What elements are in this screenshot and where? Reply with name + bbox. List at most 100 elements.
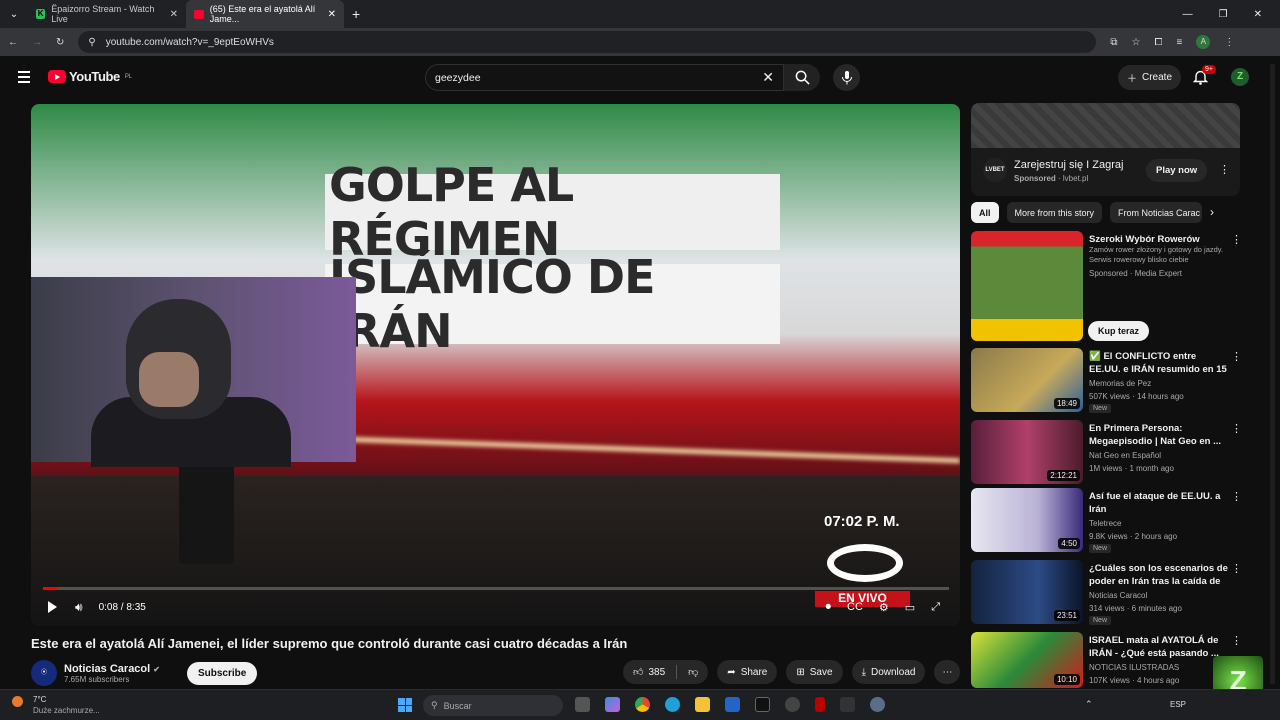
download-icon: ⤓ <box>861 666 866 678</box>
tab-list-icon[interactable]: ⌄ <box>0 9 28 20</box>
youtube-logo[interactable]: YouTube PL <box>48 69 132 84</box>
volume-icon[interactable]: 🔊︎ <box>75 600 83 615</box>
hamburger-menu-icon[interactable] <box>18 71 30 86</box>
file-explorer-icon[interactable] <box>695 697 710 712</box>
search-icon: ⚲ <box>431 700 438 710</box>
autoplay-toggle-icon[interactable]: ⏺ <box>826 601 832 614</box>
channel-name[interactable]: Noticias Caracol ✔ <box>64 663 160 675</box>
profile-avatar[interactable]: A <box>1196 35 1211 49</box>
maximize-icon[interactable]: ❐ <box>1219 9 1228 20</box>
subtitles-icon[interactable]: CC <box>847 601 863 614</box>
timecode: 0:08 / 8:35 <box>98 601 146 613</box>
tray-chevron-icon[interactable]: ⌃ <box>1085 699 1093 710</box>
rec-meta: 1M views · 1 month ago <box>1089 464 1174 473</box>
ad-banner-image <box>971 103 1240 148</box>
channel-avatar[interactable]: ⦿ <box>31 660 57 686</box>
taskbar-search[interactable]: ⚲ Buscar <box>423 695 563 716</box>
chip-all[interactable]: All <box>971 202 999 223</box>
youtube-favicon-icon <box>194 9 204 19</box>
chip-from-channel[interactable]: From Noticias Carac <box>1110 202 1203 223</box>
more-icon[interactable]: ⋮ <box>1231 350 1242 363</box>
save-label: Save <box>809 666 833 678</box>
close-window-icon[interactable]: ✕ <box>1254 9 1262 20</box>
chevron-right-icon[interactable]: › <box>1210 202 1214 223</box>
list-item[interactable]: 23:51 ¿Cuáles son los escenarios de pode… <box>971 560 1261 625</box>
site-info-icon[interactable]: ⚲ <box>88 37 95 48</box>
language-indicator[interactable]: ESP <box>1170 700 1186 709</box>
list-item[interactable]: 18:49 ✅ El CONFLICTO entre EE.UU. e IRÁN… <box>971 348 1261 413</box>
like-count: 385 <box>648 666 666 678</box>
more-icon[interactable]: ⋮ <box>1231 422 1242 435</box>
more-icon[interactable]: ⋮ <box>1231 634 1242 647</box>
more-icon[interactable]: ⋮ <box>1231 490 1242 503</box>
share-label: Share <box>740 666 768 678</box>
back-icon[interactable]: ← <box>8 37 18 48</box>
video-player[interactable]: GOLPE AL RÉGIMEN ISLÁMICO DE IRÁN 07:02 … <box>31 104 960 626</box>
obs-icon[interactable] <box>785 697 800 712</box>
task-view-icon[interactable] <box>575 697 590 712</box>
settings-gear-icon[interactable]: ⚙ <box>879 601 889 614</box>
close-tab-icon[interactable]: ✕ <box>328 9 336 20</box>
youtube-header: YouTube PL geezydee ✕ ＋ Create 9+ Z <box>0 56 1280 100</box>
voice-search-button[interactable] <box>833 64 860 91</box>
create-button[interactable]: ＋ Create <box>1118 65 1181 90</box>
list-item[interactable]: Szeroki Wybór Rowerów Zamów rower złożon… <box>971 231 1261 341</box>
copilot-icon[interactable] <box>605 697 620 712</box>
rec-channel: Noticias Caracol <box>1089 591 1148 600</box>
extensions-icon[interactable]: ⧠ <box>1155 37 1163 48</box>
url-field[interactable]: ⚲ youtube.com/watch?v=_9eptEoWHVs <box>78 31 1097 53</box>
browser-tab-kick[interactable]: K Ëpaizorro Stream - Watch Live ✕ <box>28 0 186 28</box>
forward-icon[interactable]: → <box>32 37 42 48</box>
tiktok-icon[interactable] <box>755 697 770 712</box>
list-item[interactable]: 4:50 Así fue el ataque de EE.UU. a Irán … <box>971 488 1261 553</box>
settings-app-icon[interactable] <box>870 697 885 712</box>
new-tab-icon[interactable]: + <box>352 6 360 22</box>
more-icon[interactable]: ⋮ <box>1231 233 1242 246</box>
more-icon[interactable]: ⋮ <box>1231 562 1242 575</box>
edge-icon[interactable] <box>665 697 680 712</box>
filter-chips: All More from this story From Noticias C… <box>971 202 1214 223</box>
thumbs-down-icon[interactable]: 👎︎ <box>688 666 698 678</box>
taskbar-apps <box>575 697 885 712</box>
bookmark-star-icon[interactable]: ☆ <box>1132 37 1141 48</box>
like-button[interactable]: 👍︎ 385 👎︎ <box>623 660 709 684</box>
play-now-button[interactable]: Play now <box>1146 159 1208 182</box>
plus-icon: ＋ <box>1126 74 1137 85</box>
kup-teraz-button[interactable]: Kup teraz <box>1088 321 1150 341</box>
reload-icon[interactable]: ↻ <box>56 37 64 48</box>
netflix-icon[interactable] <box>815 697 825 712</box>
rec-meta: 314 views · 6 minutes ago <box>1089 604 1182 613</box>
store-icon[interactable] <box>725 697 740 712</box>
app-icon[interactable] <box>840 697 855 712</box>
create-label: Create <box>1141 72 1172 83</box>
theater-mode-icon[interactable]: ▭ <box>905 601 915 614</box>
ad-menu-icon[interactable]: ⋮ <box>1219 163 1230 176</box>
media-controls-icon[interactable]: ≡ <box>1177 37 1183 48</box>
save-button[interactable]: ⊞ Save <box>786 660 843 684</box>
cast-icon[interactable]: ⧉ <box>1110 37 1117 48</box>
windows-start-icon[interactable] <box>398 698 412 712</box>
sponsored-ad-card[interactable]: LVBET Zarejestruj się I Zagraj Sponsored… <box>971 103 1240 196</box>
page-scrollbar[interactable] <box>1270 64 1275 684</box>
share-button[interactable]: ➦ Share <box>717 660 778 684</box>
share-icon: ➦ <box>727 666 736 678</box>
fullscreen-icon[interactable]: ⤢ <box>931 601 940 614</box>
browser-menu-icon[interactable]: ⋮ <box>1224 37 1234 48</box>
chip-more-from-story[interactable]: More from this story <box>1006 202 1103 223</box>
search-input[interactable]: geezydee ✕ <box>425 64 784 91</box>
account-avatar[interactable]: Z <box>1231 68 1249 86</box>
clear-search-icon[interactable]: ✕ <box>762 69 774 86</box>
chrome-icon[interactable] <box>635 697 650 712</box>
subscribe-button[interactable]: Subscribe <box>186 661 258 685</box>
list-item[interactable]: 2:12:21 En Primera Persona: Megaepisodio… <box>971 420 1261 484</box>
search-button[interactable] <box>784 64 820 91</box>
video-progress-bar[interactable] <box>43 587 949 590</box>
weather-icon[interactable] <box>12 696 23 707</box>
taskbar-search-text: Buscar <box>443 700 472 711</box>
download-button[interactable]: ⤓ Download <box>851 660 926 684</box>
play-icon[interactable] <box>48 601 57 613</box>
minimize-icon[interactable]: — <box>1183 9 1193 20</box>
close-tab-icon[interactable]: ✕ <box>170 9 178 20</box>
more-actions-icon[interactable]: ⋯ <box>934 660 961 684</box>
browser-tab-youtube[interactable]: (65) Este era el ayatolá Alí Jame... ✕ <box>186 0 344 28</box>
